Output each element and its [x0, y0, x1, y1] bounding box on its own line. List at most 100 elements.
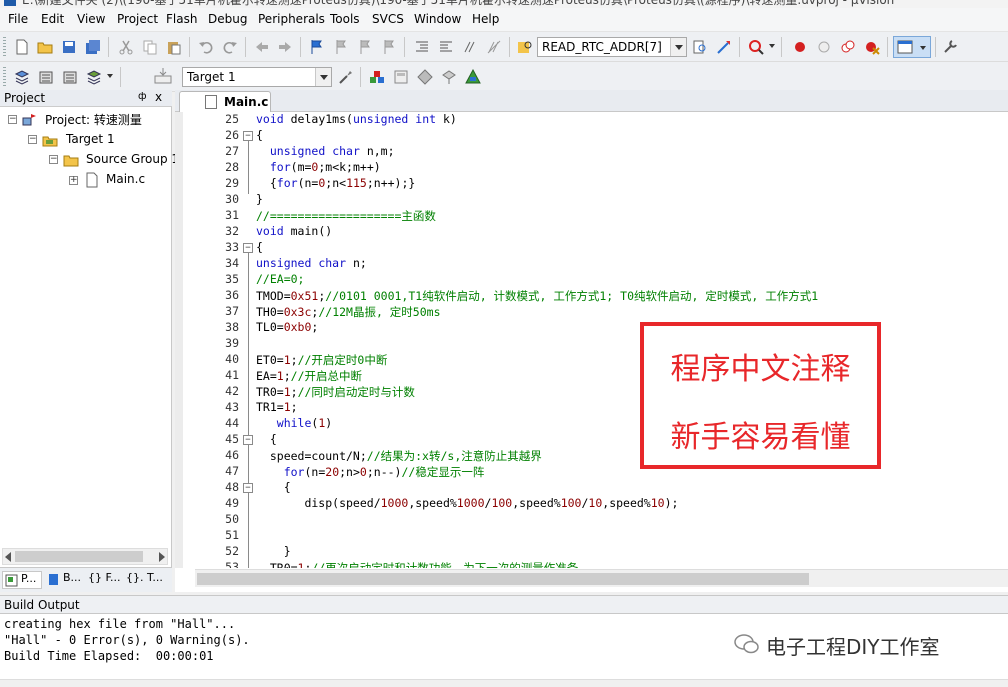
- tree-node-project[interactable]: Project: 转速测量: [45, 111, 142, 128]
- bookmark-icon[interactable]: [309, 39, 325, 55]
- uncomment-icon[interactable]: [486, 39, 502, 55]
- project-tab-icon: [5, 574, 18, 587]
- batch-build-icon[interactable]: [86, 69, 102, 85]
- chevron-down-icon[interactable]: [107, 74, 113, 78]
- editor-tab-strip: Main.c: [175, 90, 1008, 113]
- tab-project[interactable]: P...: [2, 571, 42, 589]
- scroll-left-icon[interactable]: [5, 552, 11, 562]
- menu-view[interactable]: View: [77, 12, 105, 26]
- scroll-right-icon[interactable]: [159, 552, 165, 562]
- configure-icon[interactable]: [942, 39, 958, 55]
- menu-window[interactable]: Window: [414, 12, 461, 26]
- disable-all-breakpoints-icon[interactable]: [840, 39, 856, 55]
- undo-icon[interactable]: [198, 39, 214, 55]
- target-combo[interactable]: Target 1: [182, 67, 332, 87]
- menu-bar: File Edit View Project Flash Debug Perip…: [0, 8, 1008, 32]
- redo-icon[interactable]: [222, 39, 238, 55]
- comment-icon[interactable]: [462, 39, 478, 55]
- kill-breakpoints-icon[interactable]: [864, 39, 880, 55]
- clear-bookmarks-icon[interactable]: [381, 39, 397, 55]
- fold-toggle-icon[interactable]: −: [243, 435, 253, 445]
- close-icon[interactable]: x: [155, 90, 162, 104]
- paste-icon[interactable]: [166, 39, 182, 55]
- find-combo[interactable]: READ_RTC_ADDR[7]: [537, 37, 687, 57]
- code-text: speed=count/N;//结果为:x转/s,注意防止其越界: [256, 449, 542, 463]
- tree-node-source-group[interactable]: Source Group 1: [86, 152, 179, 166]
- window-title: E:\新建文件夹 (2)\(190-基于51单片机霍尔转速测速Proteus仿真…: [22, 0, 895, 7]
- menu-help[interactable]: Help: [472, 12, 499, 26]
- line-number: 51: [225, 528, 239, 542]
- select-packs-icon[interactable]: [417, 69, 433, 85]
- file-extensions-icon[interactable]: [393, 69, 409, 85]
- save-icon[interactable]: [61, 39, 77, 55]
- scroll-thumb[interactable]: [197, 573, 809, 585]
- translate-icon[interactable]: [14, 69, 30, 85]
- project-hscrollbar[interactable]: [2, 548, 168, 565]
- menu-project[interactable]: Project: [117, 12, 158, 26]
- unindent-icon[interactable]: [438, 39, 454, 55]
- toolbar-grip: [3, 37, 6, 57]
- copy-icon[interactable]: [142, 39, 158, 55]
- chevron-down-icon[interactable]: [315, 68, 331, 86]
- tree-node-target[interactable]: Target 1: [66, 132, 115, 146]
- code-line: 27 unsigned char n,m;: [175, 144, 1008, 160]
- code-line: 50: [175, 512, 1008, 528]
- pin-icon[interactable]: ф: [138, 91, 147, 102]
- menu-flash[interactable]: Flash: [166, 12, 197, 26]
- scroll-thumb[interactable]: [15, 551, 143, 562]
- run-time-env-icon[interactable]: [465, 69, 481, 85]
- build-icon[interactable]: [38, 69, 54, 85]
- chevron-down-icon[interactable]: [769, 44, 775, 48]
- line-number: 28: [225, 160, 239, 174]
- rebuild-icon[interactable]: [62, 69, 78, 85]
- indent-icon[interactable]: [414, 39, 430, 55]
- tab-functions[interactable]: {} F...: [86, 571, 121, 589]
- menu-tools[interactable]: Tools: [330, 12, 360, 26]
- breakpoint-icon[interactable]: [792, 39, 808, 55]
- incremental-find-icon[interactable]: [716, 39, 732, 55]
- callout-line-1: 程序中文注释: [670, 352, 851, 387]
- tab-templates[interactable]: {}. T...: [124, 571, 170, 589]
- line-number: 25: [225, 112, 239, 126]
- open-folder-icon[interactable]: [37, 39, 53, 55]
- code-editor[interactable]: 25 void delay1ms(unsigned int k) 26−{27 un…: [175, 112, 1008, 568]
- menu-debug[interactable]: Debug: [208, 12, 247, 26]
- save-all-icon[interactable]: [85, 39, 101, 55]
- tree-toggle[interactable]: +: [69, 176, 78, 185]
- prev-bookmark-icon[interactable]: [333, 39, 349, 55]
- line-number: 48: [225, 480, 239, 494]
- window-layout-button[interactable]: [893, 36, 931, 58]
- tab-main-c[interactable]: Main.c: [179, 91, 271, 113]
- find-in-files-icon[interactable]: [517, 39, 533, 55]
- line-number: 34: [225, 256, 239, 270]
- find-icon[interactable]: [692, 39, 708, 55]
- tab-books[interactable]: B...: [45, 571, 83, 589]
- fold-toggle-icon[interactable]: −: [243, 243, 253, 253]
- editor-hscrollbar[interactable]: [195, 569, 1008, 587]
- nav-forward-icon[interactable]: [277, 39, 293, 55]
- next-bookmark-icon[interactable]: [357, 39, 373, 55]
- chevron-down-icon[interactable]: [670, 38, 686, 56]
- target-options-icon[interactable]: [338, 69, 354, 85]
- pack-installer-icon[interactable]: [441, 69, 457, 85]
- menu-peripherals[interactable]: Peripherals: [258, 12, 325, 26]
- fold-toggle-icon[interactable]: −: [243, 131, 253, 141]
- tree-node-main-c[interactable]: Main.c: [106, 172, 145, 186]
- menu-edit[interactable]: Edit: [41, 12, 64, 26]
- cut-icon[interactable]: [118, 39, 134, 55]
- new-file-icon[interactable]: [14, 39, 30, 55]
- tree-toggle[interactable]: −: [8, 115, 17, 124]
- menu-svcs[interactable]: SVCS: [372, 12, 404, 26]
- disable-breakpoint-icon[interactable]: [816, 39, 832, 55]
- tree-toggle[interactable]: −: [49, 155, 58, 164]
- download-icon[interactable]: [154, 67, 172, 85]
- manage-components-icon[interactable]: [369, 69, 385, 85]
- code-text: unsigned char n;: [256, 256, 367, 270]
- code-line: 26−{: [175, 128, 1008, 144]
- menu-file[interactable]: File: [8, 12, 28, 26]
- nav-back-icon[interactable]: [254, 39, 270, 55]
- tree-toggle[interactable]: −: [28, 135, 37, 144]
- output-hscrollbar[interactable]: [0, 679, 1008, 687]
- fold-toggle-icon[interactable]: −: [243, 483, 253, 493]
- debug-session-icon[interactable]: [748, 39, 764, 55]
